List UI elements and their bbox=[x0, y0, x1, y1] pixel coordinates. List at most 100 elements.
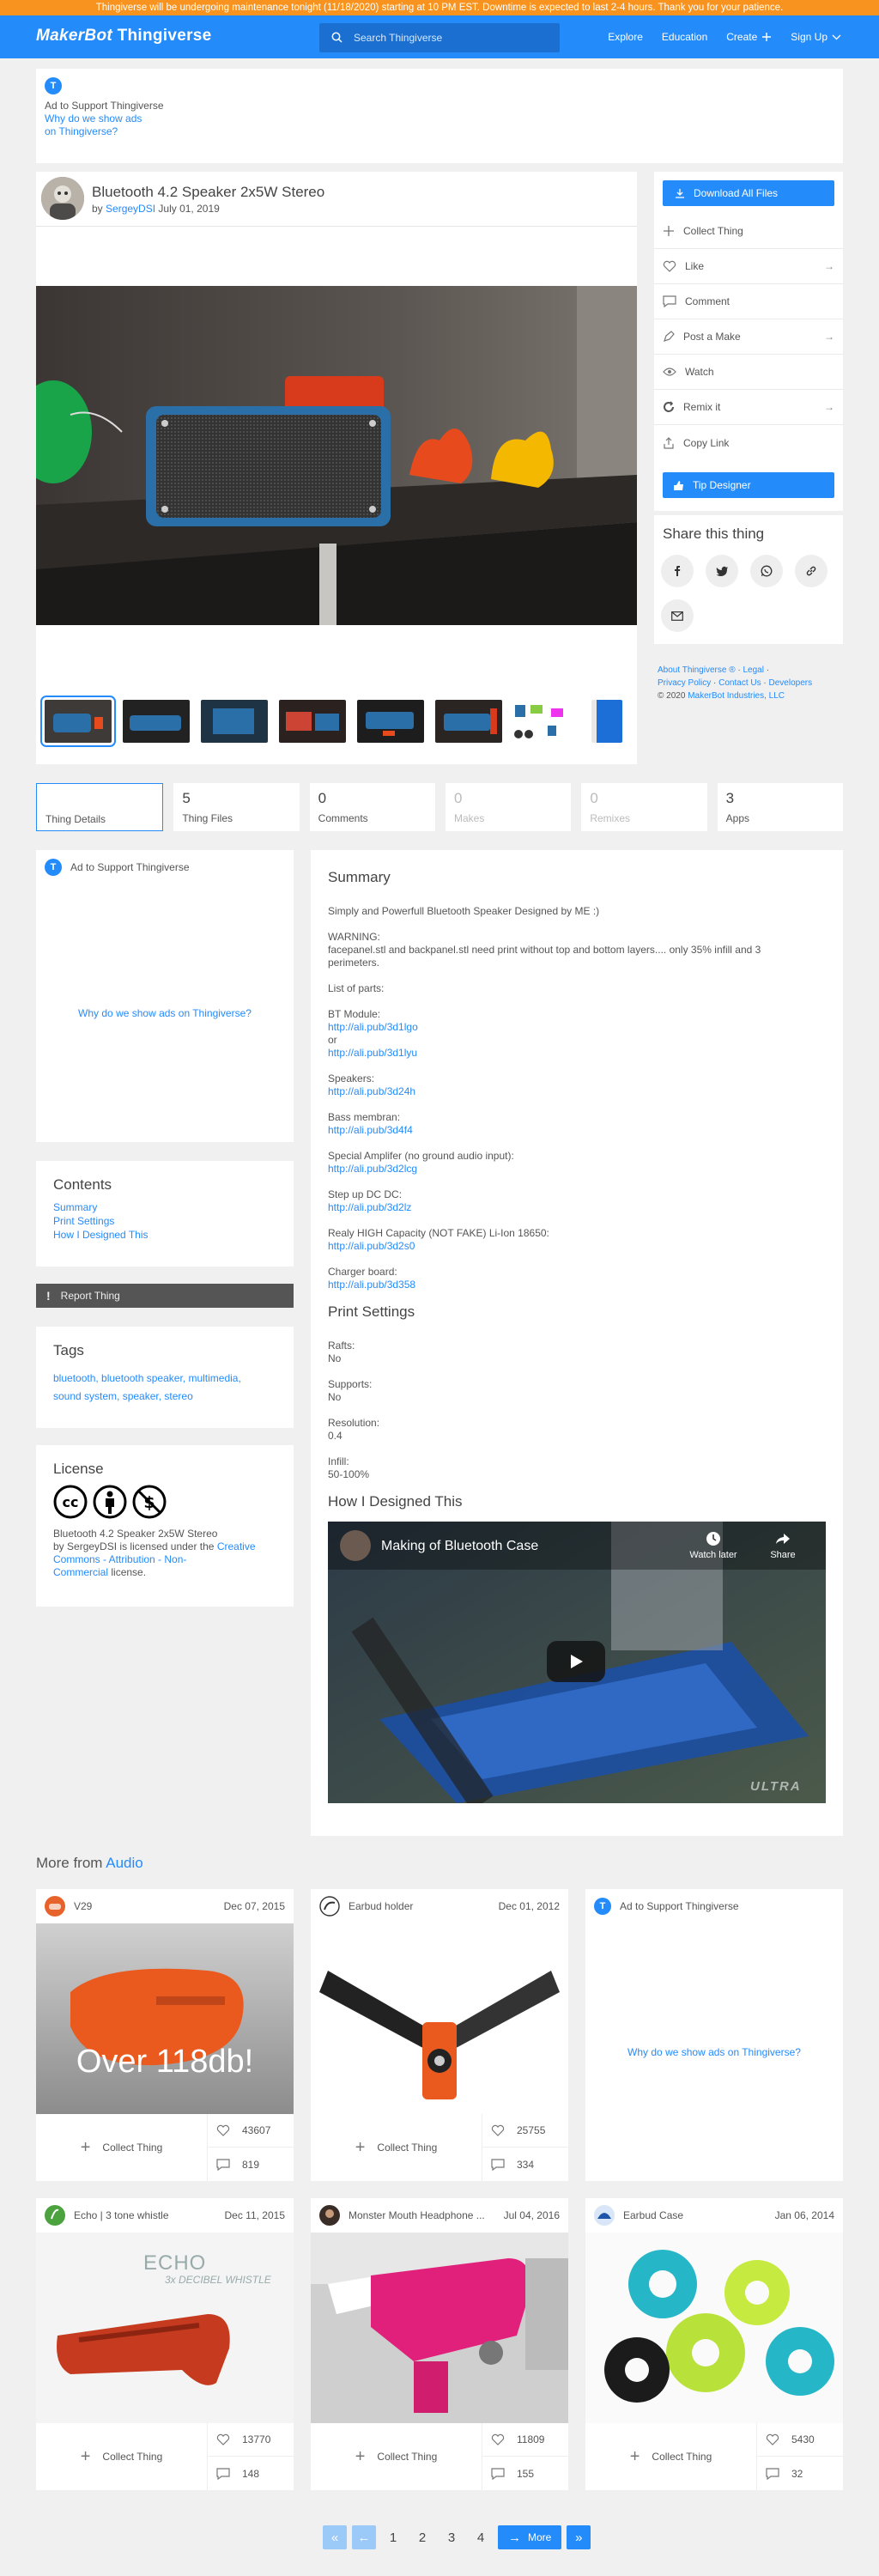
product-image[interactable] bbox=[311, 1923, 568, 2114]
about-link[interactable]: About Thingiverse ® bbox=[658, 665, 736, 675]
author-link[interactable]: SergeyDSI bbox=[106, 203, 155, 215]
privacy-link[interactable]: Privacy Policy bbox=[658, 678, 711, 688]
cc-link[interactable]: Commons - Attribution - Non- bbox=[53, 1553, 186, 1565]
part-link[interactable]: http://ali.pub/3d2lz bbox=[328, 1201, 411, 1213]
comment-count[interactable]: 32 bbox=[757, 2457, 843, 2490]
avatar[interactable] bbox=[41, 177, 84, 220]
main-photo[interactable] bbox=[36, 286, 637, 625]
product-image[interactable]: ECHO 3x DECIBEL WHISTLE bbox=[36, 2233, 294, 2423]
product-name[interactable]: Earbud holder bbox=[349, 1900, 413, 1912]
contents-link-summary[interactable]: Summary bbox=[53, 1200, 276, 1214]
nav-create[interactable]: Create bbox=[726, 31, 772, 43]
page-2[interactable]: 2 bbox=[410, 2525, 434, 2549]
page-4[interactable]: 4 bbox=[469, 2525, 493, 2549]
facebook-share-button[interactable] bbox=[661, 555, 694, 587]
like-count[interactable]: 11809 bbox=[482, 2423, 568, 2457]
post-make-button[interactable]: Post a Make → bbox=[654, 319, 843, 355]
whatsapp-share-button[interactable] bbox=[750, 555, 783, 587]
creator-avatar[interactable] bbox=[45, 1896, 65, 1917]
first-page-button[interactable]: « bbox=[323, 2525, 347, 2549]
play-button[interactable] bbox=[547, 1641, 605, 1682]
category-link[interactable]: Audio bbox=[106, 1855, 142, 1871]
like-count[interactable]: 5430 bbox=[757, 2423, 843, 2457]
thingiverse-logo[interactable]: MakerBot Thingiverse bbox=[36, 27, 212, 46]
copy-link-share-button[interactable] bbox=[795, 555, 827, 587]
part-link[interactable]: http://ali.pub/3d1lgo bbox=[328, 1021, 418, 1033]
thumbnail[interactable] bbox=[357, 700, 424, 743]
why-ads-link-2[interactable]: on Thingiverse? bbox=[45, 125, 118, 137]
collect-thing-button[interactable]: + Collect Thing bbox=[36, 2114, 208, 2181]
part-link[interactable]: http://ali.pub/3d1lyu bbox=[328, 1047, 417, 1059]
collect-thing-button[interactable]: + Collect Thing bbox=[585, 2423, 757, 2490]
contact-link[interactable]: Contact Us bbox=[718, 678, 761, 688]
cc-icons[interactable]: cc $ bbox=[53, 1485, 276, 1519]
cc-link[interactable]: Commercial bbox=[53, 1566, 108, 1578]
product-image[interactable] bbox=[311, 2233, 568, 2423]
part-link[interactable]: http://ali.pub/3d24h bbox=[328, 1085, 415, 1097]
product-name[interactable]: Earbud Case bbox=[623, 2209, 683, 2221]
remix-button[interactable]: Remix it → bbox=[654, 390, 843, 425]
thumbnail[interactable] bbox=[40, 696, 116, 747]
creator-avatar[interactable] bbox=[319, 2205, 340, 2226]
product-name[interactable]: Echo | 3 tone whistle bbox=[74, 2209, 169, 2221]
creator-avatar[interactable] bbox=[594, 2205, 615, 2226]
collect-thing-button[interactable]: Collect Thing bbox=[654, 214, 843, 249]
thumbnail[interactable] bbox=[591, 700, 622, 743]
part-link[interactable]: http://ali.pub/3d2lcg bbox=[328, 1163, 417, 1175]
thumbnail[interactable] bbox=[123, 700, 190, 743]
video-title[interactable]: Making of Bluetooth Case bbox=[381, 1539, 538, 1554]
last-page-button[interactable]: » bbox=[567, 2525, 591, 2549]
thumbnail[interactable] bbox=[201, 700, 268, 743]
thumbnail[interactable] bbox=[513, 700, 580, 743]
developers-link[interactable]: Developers bbox=[769, 678, 813, 688]
collect-thing-button[interactable]: + Collect Thing bbox=[36, 2423, 208, 2490]
why-ads-link[interactable]: Why do we show ads on Thingiverse? bbox=[585, 2046, 843, 2058]
like-count[interactable]: 43607 bbox=[208, 2114, 294, 2148]
tab-thing-files[interactable]: 5 Thing Files bbox=[173, 783, 300, 831]
more-button[interactable]: → More bbox=[498, 2525, 562, 2549]
comment-button[interactable]: Comment bbox=[654, 284, 843, 319]
company-link[interactable]: MakerBot Industries, LLC bbox=[688, 691, 785, 701]
comment-count[interactable]: 334 bbox=[482, 2148, 568, 2181]
product-card[interactable]: Earbud holder Dec 01, 2012 + Collect Thin… bbox=[311, 1889, 568, 2181]
product-card[interactable]: Echo | 3 tone whistle Dec 11, 2015 ECHO … bbox=[36, 2198, 294, 2490]
report-thing-button[interactable]: ! Report Thing bbox=[36, 1284, 294, 1308]
legal-link[interactable]: Legal bbox=[743, 665, 763, 675]
product-card[interactable]: Monster Mouth Headphone ... Jul 04, 2016… bbox=[311, 2198, 568, 2490]
email-share-button[interactable] bbox=[661, 599, 694, 632]
why-ads-link[interactable]: Why do we show ads bbox=[45, 112, 142, 125]
page-1[interactable]: 1 bbox=[381, 2525, 405, 2549]
tab-makes[interactable]: 0 Makes bbox=[445, 783, 572, 831]
contents-link-print-settings[interactable]: Print Settings bbox=[53, 1214, 276, 1228]
product-card[interactable]: V29 Dec 07, 2015 Over 118db! + Collect Th… bbox=[36, 1889, 294, 2181]
watch-button[interactable]: Watch bbox=[654, 355, 843, 390]
thumbnail[interactable] bbox=[279, 700, 346, 743]
tag-links[interactable]: sound system, speaker, stereo bbox=[53, 1388, 276, 1406]
product-image[interactable] bbox=[585, 2233, 843, 2423]
twitter-share-button[interactable] bbox=[706, 555, 738, 587]
product-name[interactable]: Monster Mouth Headphone ... bbox=[349, 2209, 485, 2221]
nav-explore[interactable]: Explore bbox=[608, 31, 643, 43]
cc-link[interactable]: Creative bbox=[217, 1540, 256, 1552]
video-player[interactable]: Making of Bluetooth Case Watch later Sha… bbox=[328, 1522, 826, 1803]
thumbnail[interactable] bbox=[435, 700, 502, 743]
product-name[interactable]: V29 bbox=[74, 1900, 92, 1912]
watch-later-button[interactable]: Watch later bbox=[687, 1530, 740, 1560]
nav-education[interactable]: Education bbox=[662, 31, 707, 43]
why-ads-link[interactable]: Why do we show ads on Thingiverse? bbox=[36, 1007, 294, 1019]
comment-count[interactable]: 155 bbox=[482, 2457, 568, 2490]
page-3[interactable]: 3 bbox=[440, 2525, 464, 2549]
creator-avatar[interactable] bbox=[319, 1896, 340, 1917]
product-image[interactable]: Over 118db! bbox=[36, 1923, 294, 2114]
comment-count[interactable]: 819 bbox=[208, 2148, 294, 2181]
collect-thing-button[interactable]: + Collect Thing bbox=[311, 2114, 482, 2181]
nav-signup[interactable]: Sign Up bbox=[791, 31, 841, 43]
like-count[interactable]: 13770 bbox=[208, 2423, 294, 2457]
tab-thing-details[interactable]: Thing Details bbox=[36, 783, 164, 831]
tag-links[interactable]: bluetooth, bluetooth speaker, multimedia… bbox=[53, 1370, 276, 1388]
tip-designer-button[interactable]: Tip Designer bbox=[663, 472, 834, 498]
contents-link-how-designed[interactable]: How I Designed This bbox=[53, 1228, 276, 1242]
like-count[interactable]: 25755 bbox=[482, 2114, 568, 2148]
video-share-button[interactable]: Share bbox=[766, 1530, 800, 1560]
product-card[interactable]: Earbud Case Jan 06, 2014 + Collect Thing … bbox=[585, 2198, 843, 2490]
